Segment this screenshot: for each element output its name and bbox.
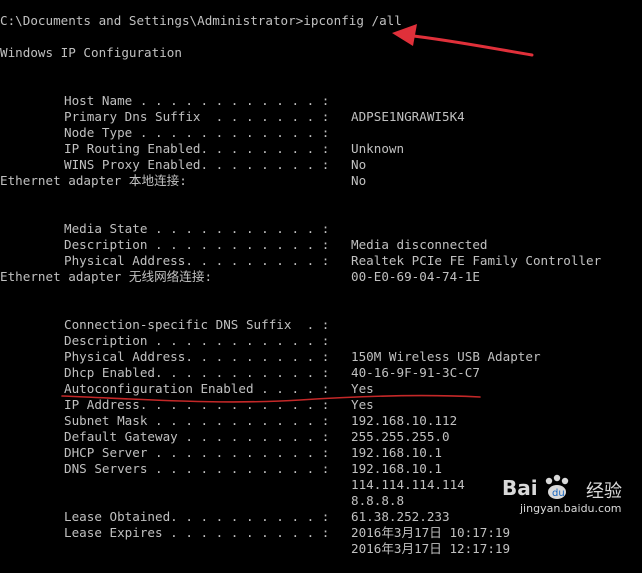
config-row: Host Name . . . . . . . . . . . . : ADPS…	[0, 77, 465, 124]
row-label: DHCP Server . . . . . . . . . . . :	[64, 445, 330, 460]
config-row: 8.8.8.8	[0, 461, 404, 508]
config-row: 61.38.252.233	[0, 477, 450, 524]
row-label: Description . . . . . . . . . . . :	[64, 333, 330, 348]
config-row: Dhcp Enabled. . . . . . . . . . . : Yes	[0, 349, 374, 396]
config-row: Autoconfiguration Enabled . . . . : Yes	[0, 365, 374, 412]
row-label: Connection-specific DNS Suffix . :	[64, 317, 330, 332]
row-label: Primary Dns Suffix . . . . . . . :	[64, 109, 330, 124]
row-value: 150M Wireless USB Adapter	[351, 349, 541, 364]
row-value: No	[351, 157, 367, 172]
row-value: Unknown	[351, 141, 405, 156]
row-label: Default Gateway . . . . . . . . . :	[64, 429, 330, 444]
config-row: DHCP Server . . . . . . . . . . . : 192.…	[0, 429, 442, 476]
row-label: Physical Address. . . . . . . . . :	[64, 349, 330, 364]
watermark-brand-suffix: 经验	[586, 481, 622, 502]
row-label: Autoconfiguration Enabled . . . . :	[64, 381, 330, 396]
config-row: Physical Address. . . . . . . . . : 40-1…	[0, 333, 480, 380]
watermark-brand: Bai	[502, 476, 538, 500]
row-value: 40-16-9F-91-3C-C7	[351, 365, 480, 380]
watermark-url: jingyan.baidu.com	[520, 502, 622, 515]
row-label: DNS Servers . . . . . . . . . . . :	[64, 461, 330, 476]
config-row: Lease Expires . . . . . . . . . . : 2016…	[0, 509, 510, 556]
paw-icon: du	[545, 474, 569, 499]
row-label: Lease Expires . . . . . . . . . . :	[64, 525, 330, 540]
row-label: Dhcp Enabled. . . . . . . . . . . :	[64, 365, 330, 380]
row-label: IP Address. . . . . . . . . . . . :	[64, 397, 330, 412]
row-label: IP Routing Enabled. . . . . . . . :	[64, 141, 330, 156]
adapter-header-wireless: Ethernet adapter 无线网络连接:	[0, 269, 213, 284]
console-window: C:\Documents and Settings\Administrator>…	[0, 0, 642, 556]
row-value: 255.255.255.0	[351, 429, 450, 444]
row-value: No	[351, 173, 367, 188]
row-value: ADPSE1NGRAWI5K4	[351, 109, 465, 124]
config-row: Node Type . . . . . . . . . . . . : Unkn…	[0, 109, 404, 156]
adapter-header-local: Ethernet adapter 本地连接:	[0, 173, 187, 188]
row-value: 192.168.10.112	[351, 413, 458, 428]
row-value: 61.38.252.233	[351, 509, 450, 524]
row-value: Media disconnected	[351, 237, 488, 252]
row-value: Yes	[351, 381, 374, 396]
row-label: Node Type . . . . . . . . . . . . :	[64, 125, 330, 140]
row-value: 114.114.114.114	[351, 477, 465, 492]
row-label: WINS Proxy Enabled. . . . . . . . :	[64, 157, 330, 172]
row-value: Realtek PCIe FE Family Controller	[351, 253, 602, 268]
row-value: 00-E0-69-04-74-1E	[351, 269, 480, 284]
config-row: Connection-specific DNS Suffix . :	[0, 301, 329, 332]
row-label: Subnet Mask . . . . . . . . . . . :	[64, 413, 330, 428]
row-label: Lease Obtained. . . . . . . . . . :	[64, 509, 330, 524]
row-value: 2016年3月17日 12:17:19	[351, 541, 511, 556]
row-label: Media State . . . . . . . . . . . :	[64, 221, 330, 236]
config-row-ip-address: IP Address. . . . . . . . . . . . : 192.…	[0, 381, 457, 428]
row-value: 192.168.10.1	[351, 461, 442, 476]
config-row: DNS Servers . . . . . . . . . . . : 114.…	[0, 445, 465, 492]
config-row: WINS Proxy Enabled. . . . . . . . : No	[0, 141, 366, 188]
config-row: IP Routing Enabled. . . . . . . . : No	[0, 125, 366, 172]
config-row: Lease Obtained. . . . . . . . . . : 2016…	[0, 493, 510, 540]
config-row: Default Gateway . . . . . . . . . : 192.…	[0, 413, 442, 460]
row-label: Physical Address. . . . . . . . . :	[64, 253, 330, 268]
config-row: Description . . . . . . . . . . . : 150M…	[0, 317, 541, 364]
baidu-jingyan-watermark: Bai du 经验 jingyan.baidu.com	[502, 474, 638, 522]
ip-config-title: Windows IP Configuration	[0, 45, 182, 60]
row-value: Yes	[351, 397, 374, 412]
config-row: Subnet Mask . . . . . . . . . . . : 255.…	[0, 397, 450, 444]
config-row: Primary Dns Suffix . . . . . . . :	[0, 93, 329, 124]
config-row: Physical Address. . . . . . . . . : 00-E…	[0, 237, 480, 284]
row-label: Host Name . . . . . . . . . . . . :	[64, 93, 330, 108]
row-value: 2016年3月17日 10:17:19	[351, 525, 511, 540]
config-row: Media State . . . . . . . . . . . : Medi…	[0, 205, 487, 252]
config-row: Description . . . . . . . . . . . : Real…	[0, 221, 601, 268]
svg-text:du: du	[552, 488, 565, 499]
command-line: C:\Documents and Settings\Administrator>…	[0, 13, 402, 28]
row-value: 192.168.10.1	[351, 445, 442, 460]
row-value: 8.8.8.8	[351, 493, 405, 508]
row-label: Description . . . . . . . . . . . :	[64, 237, 330, 252]
